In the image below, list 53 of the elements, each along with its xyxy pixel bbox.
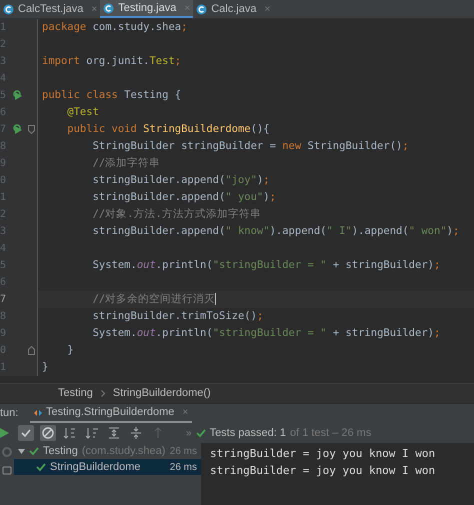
code-line: System.out.println("stringBuilder = " + stringBuilder);	[92, 326, 440, 341]
breadcrumb-item[interactable]: Testing	[58, 385, 93, 402]
file-tab[interactable]: Calc.java ×	[193, 0, 274, 18]
test-name: StringBuilderdome	[50, 460, 140, 475]
file-tab[interactable]: Testing.java ×	[100, 0, 194, 18]
code-line: package com.study.shea;	[41, 20, 188, 35]
fold-icon[interactable]	[28, 346, 35, 355]
class-icon	[196, 4, 208, 14]
test-status-detail: of 1 test – 26 ms	[290, 426, 372, 441]
fold-icon[interactable]	[28, 125, 35, 134]
run-config-icon	[34, 408, 42, 416]
class-icon	[103, 2, 114, 14]
code-line: System.out.println("stringBuilder = " + stringBuilder);	[92, 258, 440, 273]
check-icon	[196, 428, 206, 438]
run-test-icon[interactable]	[12, 90, 24, 102]
package-name: (com.study.shea)	[82, 444, 166, 459]
test-name: Testing	[43, 444, 78, 459]
run-icon[interactable]	[0, 427, 10, 439]
breadcrumb-item[interactable]: StringBuilderdome()	[112, 385, 211, 402]
code-line: //对象.方法.方法方式添加字符串	[92, 207, 261, 222]
test-status: Tests passed: 1	[210, 426, 286, 441]
expand-all-icon[interactable]	[106, 425, 122, 441]
file-tab[interactable]: CalcTest.java ×	[0, 0, 100, 18]
test-duration: 26 ms	[170, 460, 197, 474]
show-passed-icon[interactable]	[18, 425, 34, 441]
run-label: tun:	[0, 406, 20, 422]
test-tree-item[interactable]: Testing (com.study.shea) 26 ms	[14, 443, 201, 459]
code-line: //对多余的空间进行消灭	[92, 292, 216, 308]
code-line: }	[66, 343, 74, 358]
sort-alpha-icon[interactable]	[62, 425, 78, 441]
code-line: public void StringBuilderdome(){	[66, 122, 270, 137]
code-line: stringBuilder.trimToSize();	[92, 309, 264, 324]
test-duration: 26 ms	[170, 444, 197, 458]
expand-arrow-icon[interactable]	[18, 448, 25, 454]
collapse-all-icon[interactable]	[128, 425, 144, 441]
console-output: stringBuilder = joy you know I won	[210, 446, 436, 462]
code-line: //添加字符串	[92, 156, 160, 171]
show-ignored-icon[interactable]	[40, 425, 56, 441]
code-line: public class Testing {	[41, 88, 182, 103]
code-line: import org.junit.Test;	[41, 54, 182, 69]
code-line: stringBuilder.append(" you");	[92, 190, 276, 205]
line-number: 7	[0, 293, 8, 307]
sort-duration-icon[interactable]	[84, 425, 100, 441]
code-line: stringBuilder.append("joy");	[92, 173, 270, 188]
console-output: stringBuilder = joy you know I won	[210, 463, 436, 479]
code-line: StringBuilder stringBuilder = new StringBuilder();	[92, 139, 409, 154]
chevron-icon	[100, 390, 105, 397]
code-line: stringBuilder.append(" know").append(" I").append(" won");	[92, 224, 460, 239]
code-line: }	[41, 360, 48, 375]
test-tree-item[interactable]: StringBuilderdome 26 ms	[14, 459, 201, 475]
class-icon	[3, 4, 14, 14]
code-line: @Test	[66, 105, 99, 120]
run-test-icon[interactable]	[12, 124, 24, 136]
